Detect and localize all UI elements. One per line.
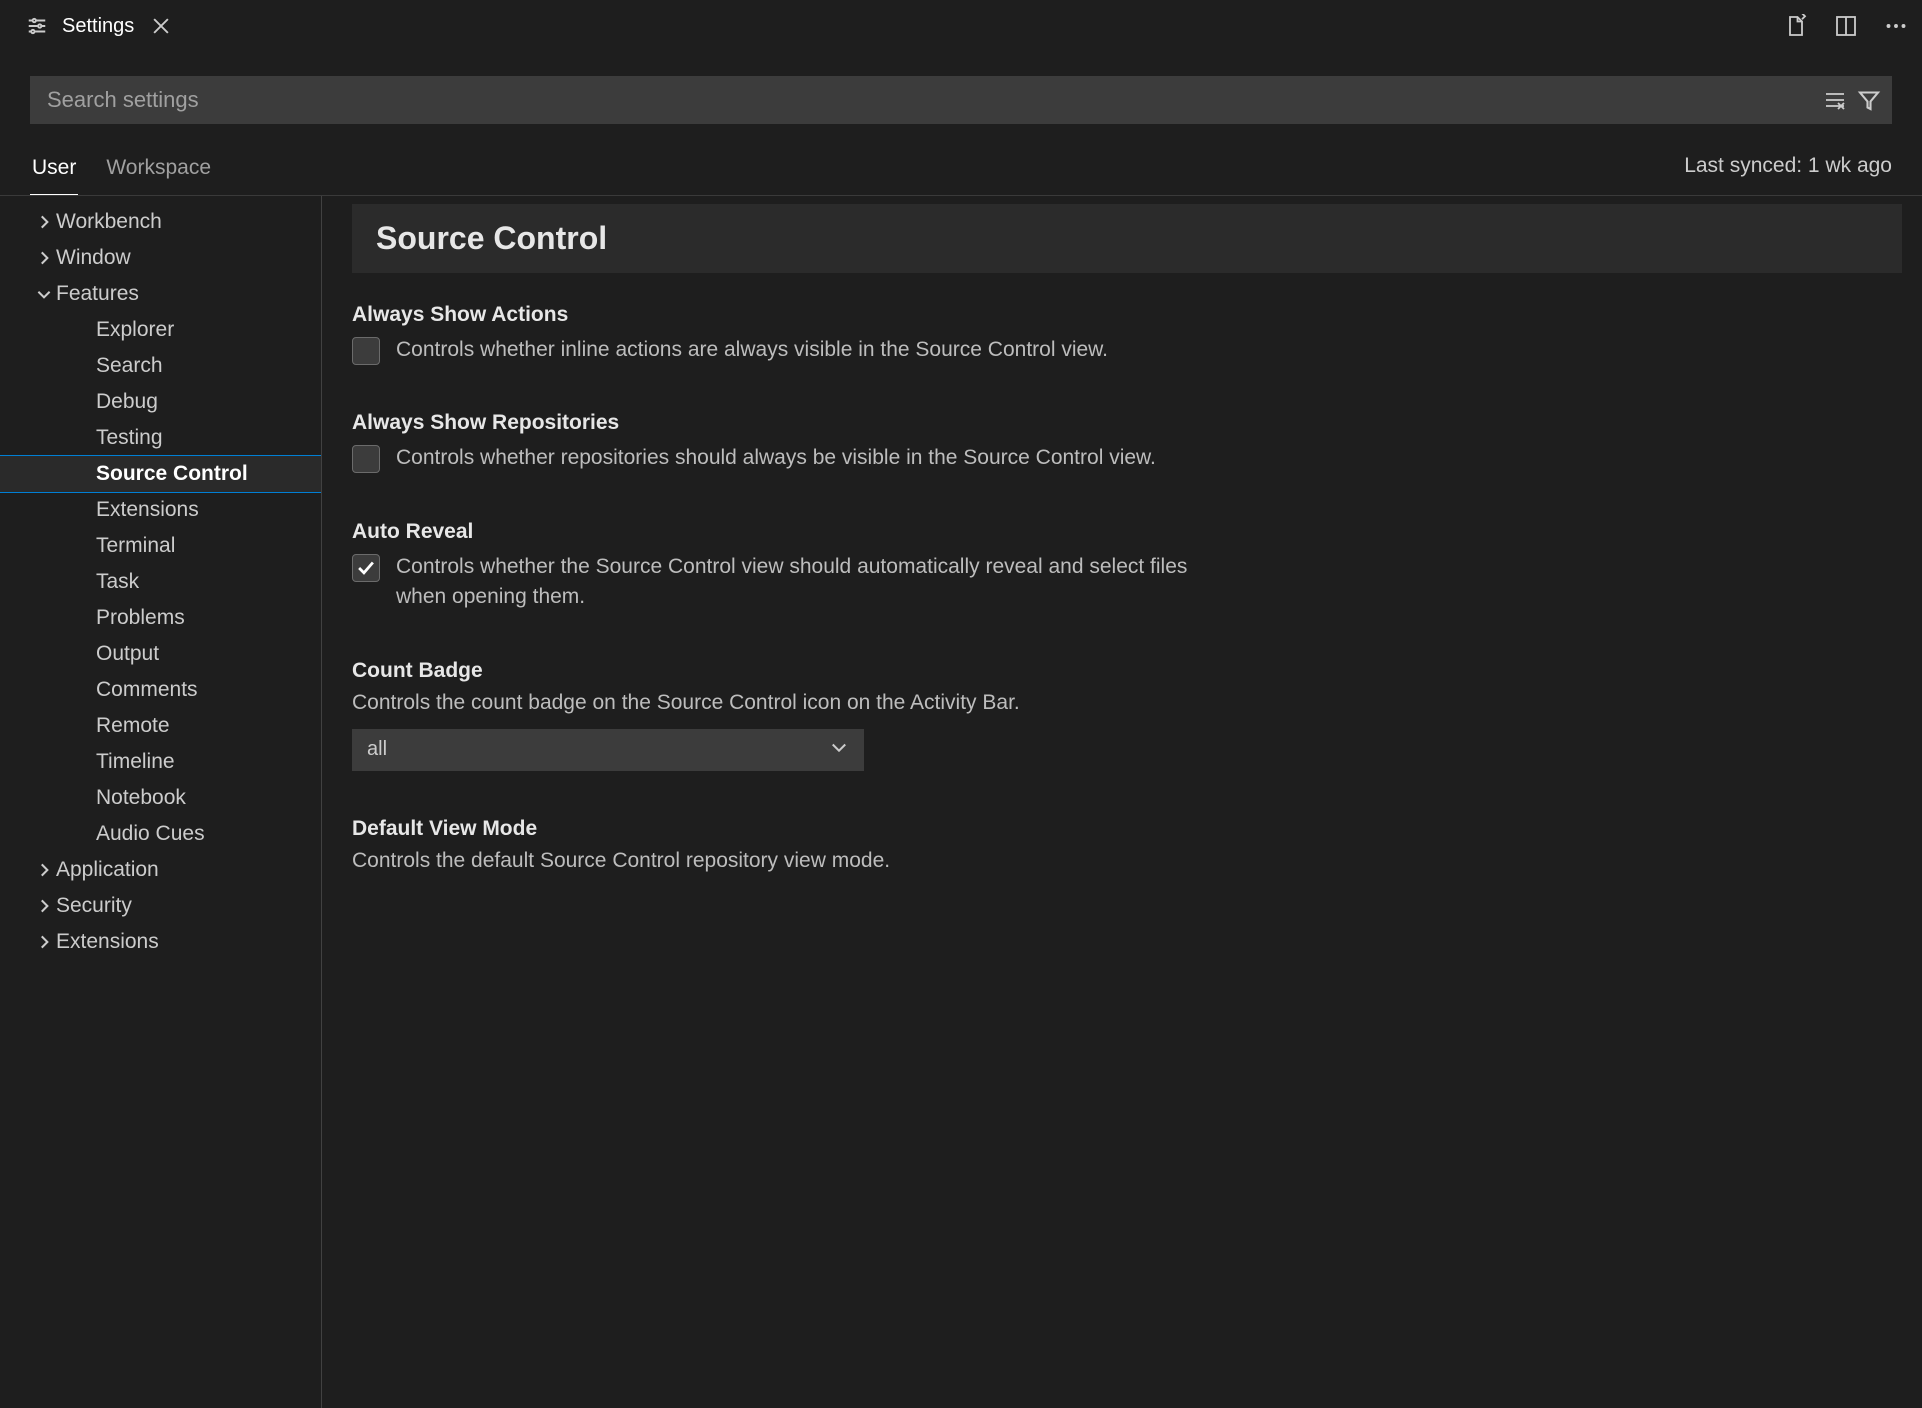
setting-item: Auto Reveal Controls whether the Source C… [352, 510, 1902, 649]
tree-item-label: Extensions [96, 498, 199, 522]
chevron-right-icon[interactable] [32, 213, 56, 231]
setting-title: Always Show Actions [352, 303, 1902, 327]
tab-label: Settings [62, 15, 134, 38]
tree-item-application[interactable]: Application [0, 852, 321, 888]
body-split: Workbench Window Features Explorer Search Deb… [0, 196, 1922, 1408]
section-header: Source Control [352, 204, 1902, 273]
tree-item-output[interactable]: Output [0, 636, 321, 672]
tree-item-terminal[interactable]: Terminal [0, 528, 321, 564]
tree-item-label: Timeline [96, 750, 175, 774]
search-settings-input[interactable] [41, 77, 1823, 123]
tree-item-search[interactable]: Search [0, 348, 321, 384]
chevron-right-icon[interactable] [32, 933, 56, 951]
tree-item-label: Search [96, 354, 163, 378]
tree-item-testing[interactable]: Testing [0, 420, 321, 456]
setting-select[interactable]: all [352, 729, 864, 771]
tree-item-label: Testing [96, 426, 163, 450]
tree-item-label: Comments [96, 678, 198, 702]
setting-description: Controls the default Source Control repo… [352, 849, 1902, 873]
split-editor-button[interactable] [1830, 10, 1862, 42]
scope-row: User Workspace Last synced: 1 wk ago [0, 138, 1922, 196]
tree-item-label: Features [56, 282, 139, 306]
setting-checkbox[interactable] [352, 337, 380, 365]
more-actions-button[interactable] [1880, 10, 1912, 42]
tree-item-debug[interactable]: Debug [0, 384, 321, 420]
tree-item-security[interactable]: Security [0, 888, 321, 924]
scope-tab-user[interactable]: User [30, 148, 78, 195]
tree-item-label: Audio Cues [96, 822, 205, 846]
tree-item-label: Window [56, 246, 131, 270]
tree-item-timeline[interactable]: Timeline [0, 744, 321, 780]
tree-item-audio-cues[interactable]: Audio Cues [0, 816, 321, 852]
setting-description: Controls whether inline actions are alwa… [396, 335, 1108, 365]
tree-item-label: Output [96, 642, 159, 666]
setting-item: Always Show Actions Controls whether inli… [352, 293, 1902, 401]
tree-item-label: Problems [96, 606, 185, 630]
tree-item-comments[interactable]: Comments [0, 672, 321, 708]
chevron-right-icon[interactable] [32, 897, 56, 915]
setting-title: Count Badge [352, 659, 1902, 683]
setting-title: Always Show Repositories [352, 411, 1902, 435]
tree-item-label: Explorer [96, 318, 174, 342]
tree-item-source-control[interactable]: Source Control [0, 456, 321, 492]
tree-item-label: Terminal [96, 534, 175, 558]
chevron-down-icon[interactable] [32, 285, 56, 303]
setting-description: Controls whether the Source Control view… [396, 552, 1236, 613]
setting-checkbox[interactable] [352, 445, 380, 473]
tree-item-label: Workbench [56, 210, 162, 234]
settings-tab-icon [26, 15, 48, 37]
tree-item-remote[interactable]: Remote [0, 708, 321, 744]
clear-search-icon[interactable] [1823, 88, 1847, 112]
search-row [0, 52, 1922, 138]
tree-item-label: Debug [96, 390, 158, 414]
setting-item: Always Show Repositories Controls whether… [352, 401, 1902, 509]
tree-item-problems[interactable]: Problems [0, 600, 321, 636]
close-tab-button[interactable] [148, 13, 174, 39]
tree-item-extensions[interactable]: Extensions [0, 492, 321, 528]
chevron-down-icon [829, 737, 849, 763]
tree-item-workbench[interactable]: Workbench [0, 204, 321, 240]
tree-item-label: Source Control [96, 462, 248, 486]
setting-item: Default View Mode Controls the default So… [352, 807, 1902, 923]
tree-item-label: Notebook [96, 786, 186, 810]
search-input-wrap [30, 76, 1892, 124]
setting-title: Default View Mode [352, 817, 1902, 841]
setting-title: Auto Reveal [352, 520, 1902, 544]
select-value: all [367, 738, 387, 761]
filter-icon[interactable] [1857, 88, 1881, 112]
setting-item: Count Badge Controls the count badge on t… [352, 649, 1902, 807]
editor-tab-settings[interactable]: Settings [10, 0, 190, 52]
chevron-right-icon[interactable] [32, 249, 56, 267]
setting-checkbox[interactable] [352, 554, 380, 582]
setting-description: Controls the count badge on the Source C… [352, 691, 1902, 715]
tree-item-label: Remote [96, 714, 170, 738]
tree-item-label: Application [56, 858, 159, 882]
titlebar-actions [1780, 10, 1912, 42]
settings-content[interactable]: Source Control Always Show Actions Contro… [322, 196, 1922, 1408]
sync-status[interactable]: Last synced: 1 wk ago [1684, 154, 1892, 190]
tree-item-task[interactable]: Task [0, 564, 321, 600]
tree-item-notebook[interactable]: Notebook [0, 780, 321, 816]
settings-tree[interactable]: Workbench Window Features Explorer Search Deb… [0, 196, 322, 1408]
tree-item-label: Extensions [56, 930, 159, 954]
tree-item-explorer[interactable]: Explorer [0, 312, 321, 348]
tree-item-label: Task [96, 570, 139, 594]
scope-tab-workspace[interactable]: Workspace [104, 148, 213, 195]
tree-item-extensions[interactable]: Extensions [0, 924, 321, 960]
tree-item-window[interactable]: Window [0, 240, 321, 276]
chevron-right-icon[interactable] [32, 861, 56, 879]
setting-description: Controls whether repositories should alw… [396, 443, 1156, 473]
tree-item-label: Security [56, 894, 132, 918]
titlebar: Settings [0, 0, 1922, 52]
scope-tabs: User Workspace [30, 148, 213, 195]
tree-item-features[interactable]: Features [0, 276, 321, 312]
open-settings-json-button[interactable] [1780, 10, 1812, 42]
